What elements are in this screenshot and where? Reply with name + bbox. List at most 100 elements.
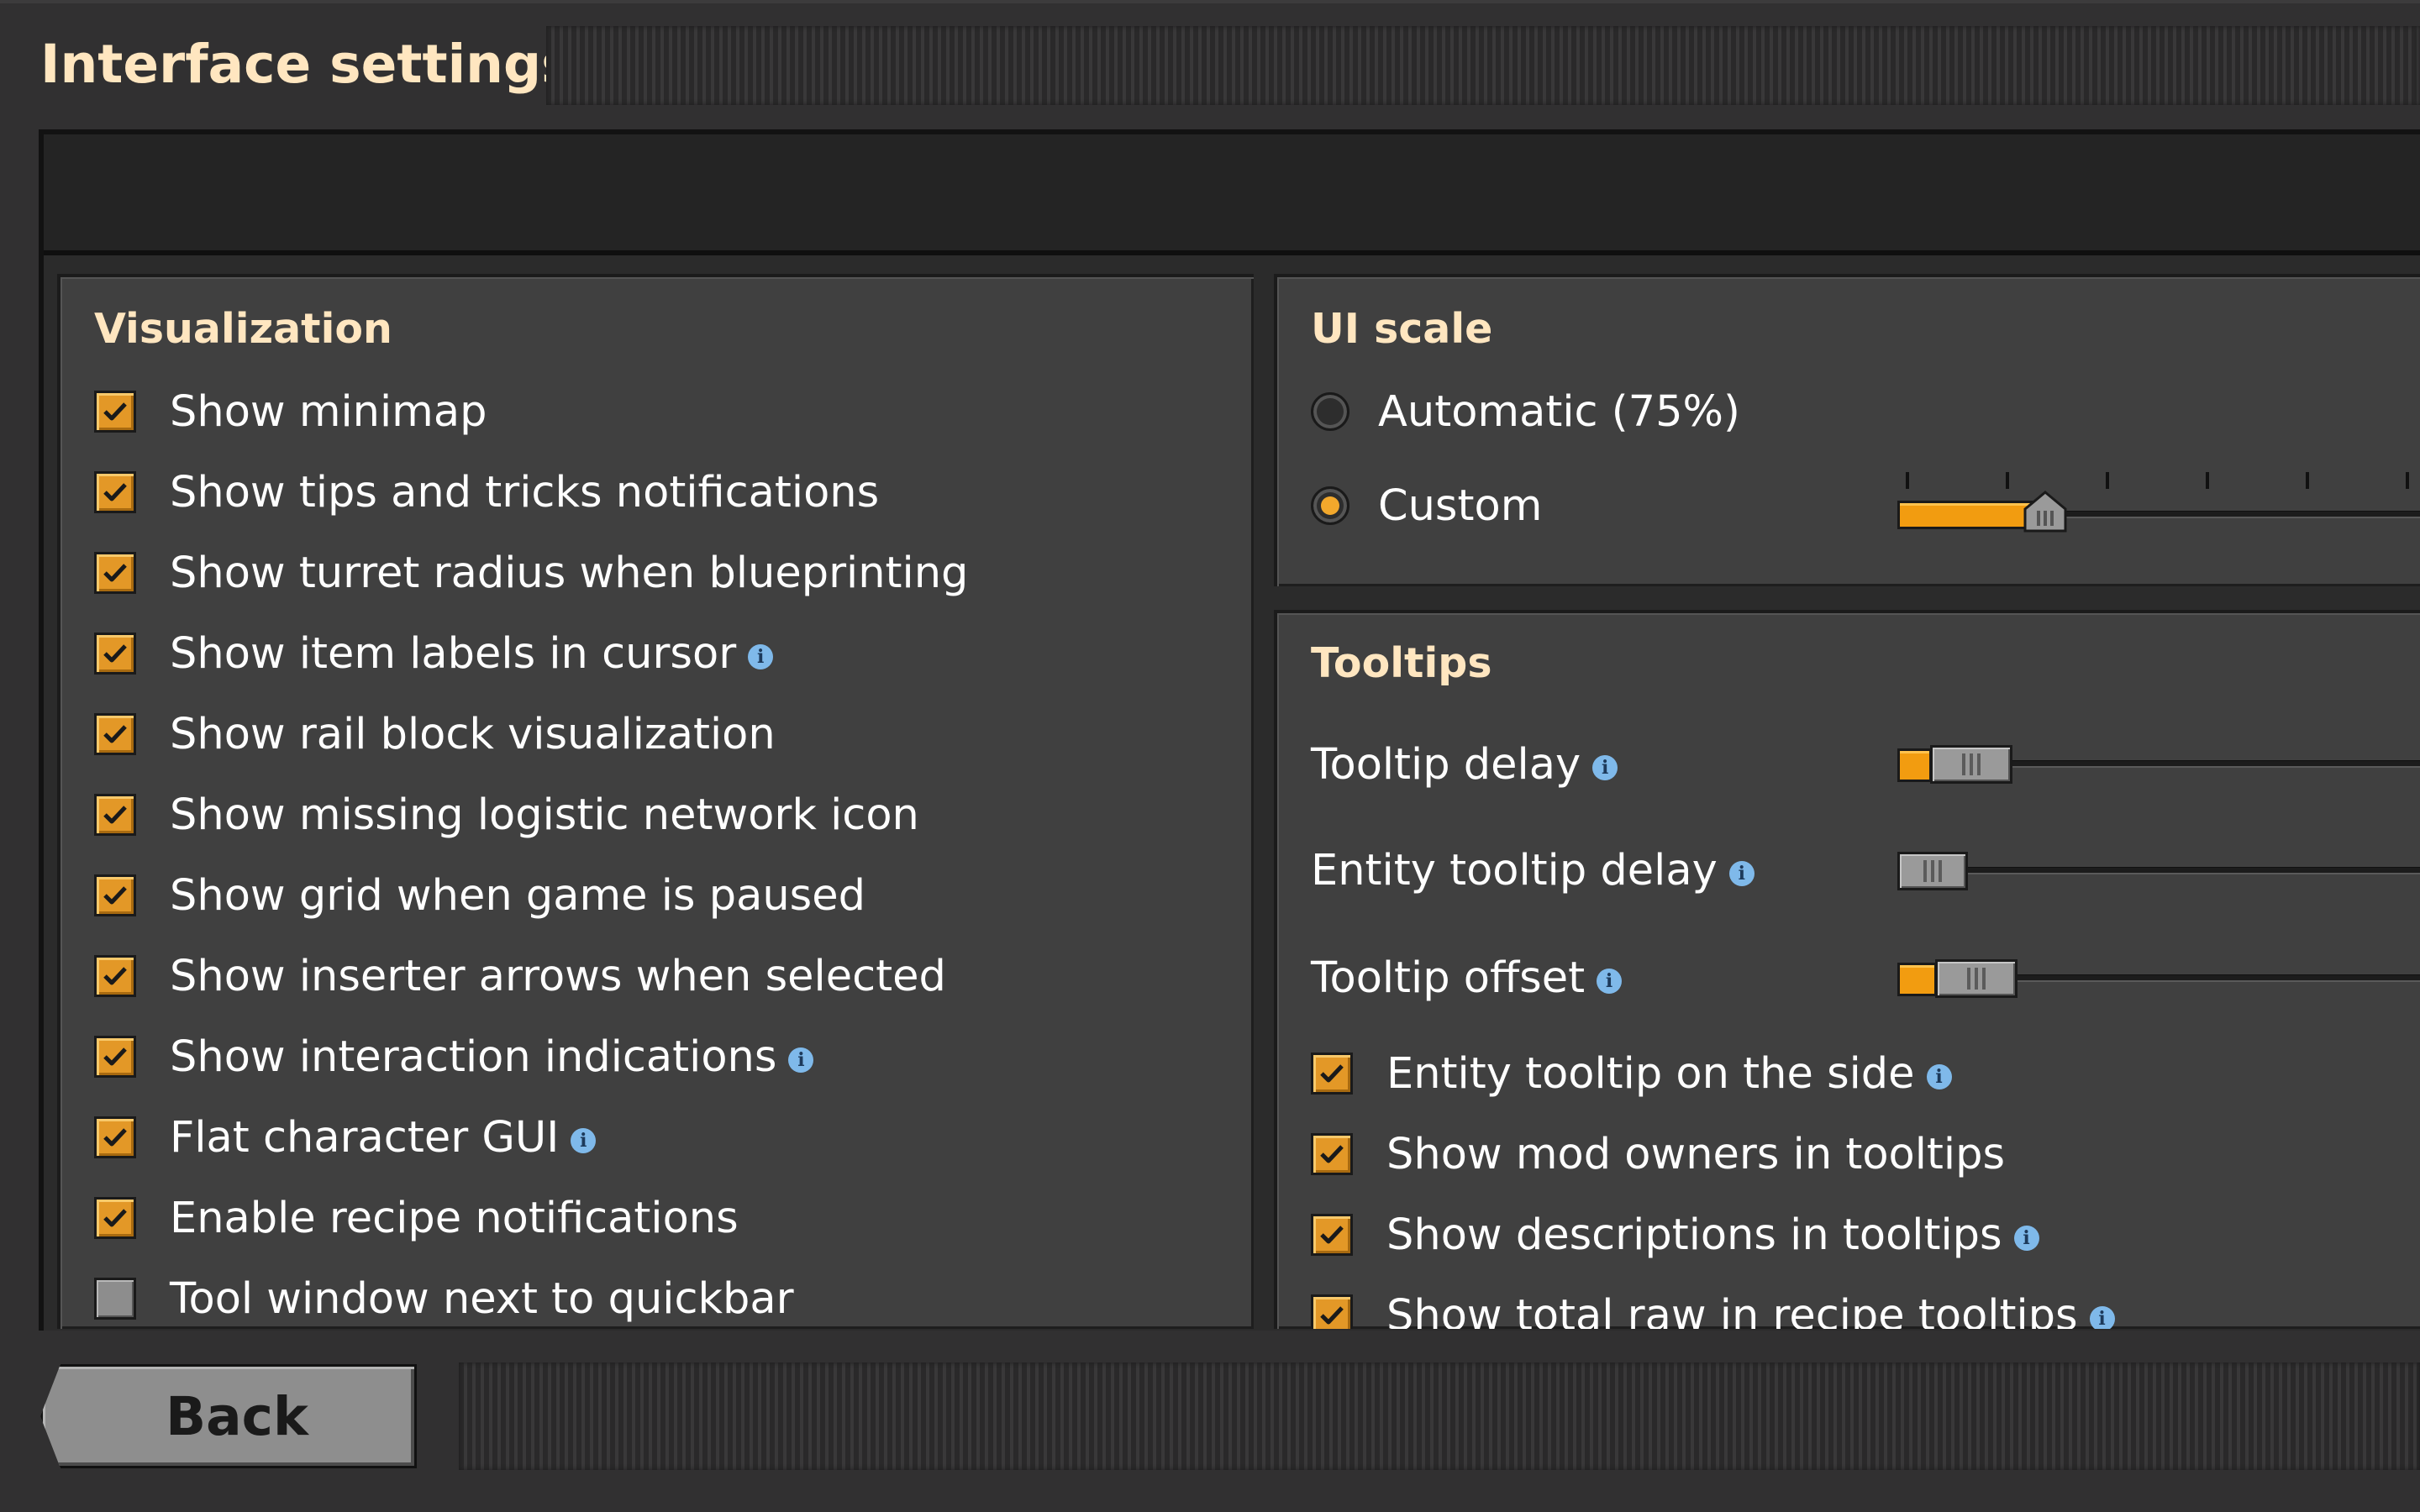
checkmark-icon <box>1320 1306 1344 1325</box>
checkbox-label: Show descriptions in tooltips <box>1386 1210 2002 1260</box>
slider-tick <box>2306 472 2309 489</box>
checkbox[interactable] <box>1311 1133 1353 1175</box>
ui-scale-slider[interactable] <box>1897 472 2420 539</box>
checkbox[interactable] <box>94 713 136 755</box>
entity-tooltip-delay-row: Entity tooltip delay i <box>1311 845 1754 895</box>
tab-bar <box>44 134 2420 255</box>
visualization-item[interactable]: Show minimap <box>94 386 487 437</box>
checkmark-icon <box>103 1128 127 1147</box>
visualization-heading: Visualization <box>94 305 392 353</box>
automatic-radio[interactable] <box>1311 392 1349 431</box>
slider-handle[interactable] <box>1930 745 2012 784</box>
slider-handle[interactable] <box>2023 491 2067 533</box>
entity-tooltip-delay-slider[interactable] <box>1897 850 2420 892</box>
checkmark-icon <box>1320 1226 1344 1244</box>
info-icon[interactable]: i <box>1728 861 1754 886</box>
visualization-item[interactable]: Show grid when game is paused <box>94 870 865 921</box>
checkmark-icon <box>103 402 127 421</box>
checkbox[interactable] <box>94 391 136 433</box>
checkbox-label: Show item labels in cursor <box>170 628 737 679</box>
footer-drag-area <box>459 1362 2420 1470</box>
checkbox-label: Show minimap <box>170 386 487 437</box>
ui-scale-automatic-option[interactable]: Automatic (75%) <box>1311 386 1740 437</box>
info-icon[interactable]: i <box>2089 1306 2115 1329</box>
checkbox[interactable] <box>94 633 136 675</box>
ui-scale-panel: UI scale Automatic (75%) Custom <box>1274 274 2420 586</box>
checkbox-label: Show mod owners in tooltips <box>1386 1129 2006 1179</box>
slider-handle[interactable] <box>1897 852 1968 890</box>
checkbox[interactable] <box>94 1197 136 1239</box>
ui-scale-custom-option[interactable]: Custom <box>1311 480 1542 531</box>
checkbox[interactable] <box>94 471 136 513</box>
checkbox-label: Enable recipe notifications <box>170 1193 739 1243</box>
checkbox[interactable] <box>1311 1294 1353 1329</box>
slider-tick <box>2006 472 2009 489</box>
window-title: Interface settings <box>40 34 573 95</box>
checkbox-label: Show grid when game is paused <box>170 870 865 921</box>
checkmark-icon <box>103 725 127 743</box>
info-icon[interactable]: i <box>2013 1226 2039 1251</box>
info-icon[interactable]: i <box>1592 755 1618 780</box>
visualization-item[interactable]: Show inserter arrows when selected <box>94 951 946 1001</box>
checkbox[interactable] <box>94 552 136 594</box>
info-icon[interactable]: i <box>1597 969 1623 994</box>
checkmark-icon <box>1320 1145 1344 1163</box>
tooltips-heading: Tooltips <box>1311 639 1492 687</box>
custom-label: Custom <box>1378 480 1543 531</box>
slider-tick <box>2106 472 2109 489</box>
visualization-item[interactable]: Show turret radius when blueprinting <box>94 548 968 598</box>
slider-fill <box>1897 501 2035 529</box>
visualization-item[interactable]: Show rail block visualization <box>94 709 776 759</box>
checkbox[interactable] <box>1311 1214 1353 1256</box>
visualization-item[interactable]: Show item labels in cursor i <box>94 628 774 679</box>
tooltips-item[interactable]: Show total raw in recipe tooltips i <box>1311 1290 2115 1329</box>
custom-radio[interactable] <box>1311 486 1349 525</box>
tooltip-delay-slider[interactable] <box>1897 743 2420 785</box>
checkbox[interactable] <box>94 955 136 997</box>
checkbox-label: Show total raw in recipe tooltips <box>1386 1290 2078 1330</box>
tooltips-item[interactable]: Show descriptions in tooltips i <box>1311 1210 2039 1260</box>
visualization-item[interactable]: Flat character GUI i <box>94 1112 597 1163</box>
checkmark-icon <box>103 806 127 824</box>
checkbox[interactable] <box>94 1116 136 1158</box>
visualization-item[interactable]: Enable recipe notifications <box>94 1193 739 1243</box>
checkbox-label: Show turret radius when blueprinting <box>170 548 969 598</box>
checkmark-icon <box>103 886 127 905</box>
tooltip-delay-row: Tooltip delay i <box>1311 739 1618 790</box>
checkbox[interactable] <box>94 1036 136 1078</box>
checkbox-label: Show missing logistic network icon <box>170 790 919 840</box>
info-icon[interactable]: i <box>571 1128 597 1153</box>
slider-fill <box>1897 748 1932 782</box>
ui-scale-heading: UI scale <box>1311 305 1493 353</box>
slider-tick <box>1906 472 1909 489</box>
entity-tooltip-delay-label: Entity tooltip delay <box>1311 845 1718 895</box>
checkbox[interactable] <box>94 1278 136 1320</box>
visualization-panel: Visualization Show minimap Show tips and … <box>57 274 1254 1329</box>
visualization-item[interactable]: Tool window next to quickbar <box>94 1273 794 1324</box>
slider-handle[interactable] <box>1935 959 2018 998</box>
automatic-label: Automatic (75%) <box>1378 386 1740 437</box>
checkmark-icon <box>103 644 127 663</box>
visualization-item[interactable]: Show tips and tricks notifications <box>94 467 879 517</box>
back-button[interactable]: Back <box>40 1364 417 1468</box>
slider-fill <box>1897 963 1937 996</box>
tooltips-panel: Tooltips Tooltip delay i Entity tooltip … <box>1274 610 2420 1329</box>
slider-track <box>1897 867 2420 874</box>
tooltips-item[interactable]: Show mod owners in tooltips <box>1311 1129 2005 1179</box>
tooltip-offset-slider[interactable] <box>1897 958 2420 1000</box>
tooltips-item[interactable]: Entity tooltip on the side i <box>1311 1048 1952 1099</box>
title-drag-handle[interactable] <box>546 26 2420 105</box>
checkbox[interactable] <box>1311 1053 1353 1095</box>
checkbox[interactable] <box>94 874 136 916</box>
checkbox-label: Show tips and tricks notifications <box>170 467 880 517</box>
tooltip-offset-row: Tooltip offset i <box>1311 953 1623 1003</box>
tooltip-delay-label: Tooltip delay <box>1311 739 1581 790</box>
info-icon[interactable]: i <box>748 644 774 669</box>
checkbox[interactable] <box>94 794 136 836</box>
info-icon[interactable]: i <box>788 1047 814 1073</box>
checkbox-label: Flat character GUI <box>170 1112 560 1163</box>
visualization-item[interactable]: Show missing logistic network icon <box>94 790 919 840</box>
checkbox-label: Show interaction indications <box>170 1032 777 1082</box>
info-icon[interactable]: i <box>1926 1064 1952 1089</box>
visualization-item[interactable]: Show interaction indications i <box>94 1032 814 1082</box>
